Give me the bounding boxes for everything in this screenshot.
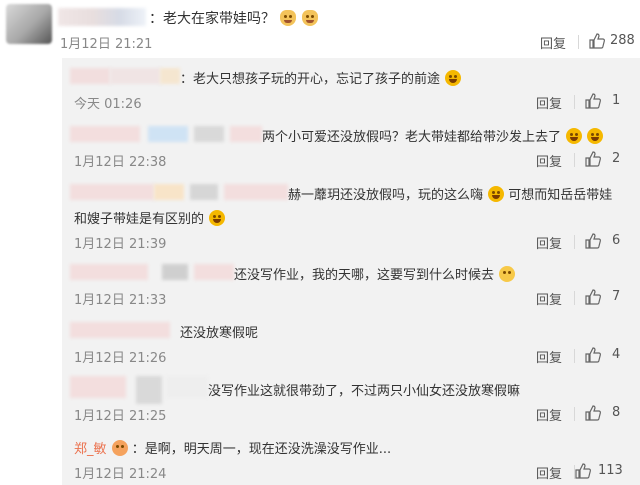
reply-item: 赫一蘼玥还没放假吗，玩的这么嗨 可想而知岳岳带娃 和嫂子带娃是有区别的 1月12… — [62, 174, 640, 254]
reply-body-line2: 和嫂子带娃是有区别的 — [74, 212, 205, 227]
thumbs-up-icon[interactable] — [574, 462, 592, 480]
username-redacted[interactable] — [70, 264, 234, 280]
reply-item: 郑_敏 ：是啊，明天周一，现在还没洗澡没写作业... 1月12日 21:24 回… — [62, 428, 640, 485]
reply-body: 没写作业这就很带劲了，不过两只小仙女还没放寒假嘛 — [208, 384, 521, 399]
reply-text-line2: 和嫂子带娃是有区别的 — [74, 208, 226, 227]
thumbs-up-icon[interactable] — [584, 150, 602, 168]
like-count: 288 — [610, 33, 635, 48]
reply-body: ：老大只想孩子玩的开心，忘记了孩子的前途 — [180, 72, 441, 87]
reply-text: 赫一蘼玥还没放假吗，玩的这么嗨 可想而知岳岳带娃 — [288, 184, 612, 203]
divider — [574, 95, 575, 109]
reply-item: 还没放寒假呢 1月12日 21:26 回复 4 — [62, 312, 640, 370]
reply-text: 还没放寒假呢 — [180, 322, 258, 341]
reply-time: 1月12日 21:39 — [74, 237, 167, 252]
sweat-emoji-icon — [499, 266, 516, 282]
cat-emoji-icon — [280, 10, 297, 26]
laughing-emoji-icon — [488, 186, 505, 202]
like-count: 1 — [612, 93, 621, 108]
reply-text: 没写作业这就很带劲了，不过两只小仙女还没放寒假嘛 — [208, 380, 520, 399]
badge-emoji-icon — [111, 440, 128, 456]
reply-button[interactable]: 回复 — [536, 151, 562, 170]
username-redacted[interactable] — [70, 126, 262, 142]
reply-body: 还没放寒假呢 — [180, 326, 259, 341]
thumbs-up-icon[interactable] — [584, 346, 602, 364]
reply-item: 还没写作业，我的天哪，这要写到什么时候去 1月12日 21:33 回复 7 — [62, 254, 640, 312]
username-redacted[interactable] — [70, 184, 288, 200]
username-redacted[interactable] — [70, 322, 170, 338]
reply-text: 还没写作业，我的天哪，这要写到什么时候去 — [234, 264, 516, 283]
reply-time: 今天 01:26 — [74, 97, 142, 112]
laughing-emoji-icon — [209, 210, 226, 226]
thumbs-up-icon[interactable] — [588, 32, 606, 50]
reply-button[interactable]: 回复 — [536, 93, 562, 112]
reply-item: ：老大只想孩子玩的开心，忘记了孩子的前途 今天 01:26 回复 1 — [62, 58, 640, 116]
reply-button[interactable]: 回复 — [536, 289, 562, 308]
thumbs-up-icon[interactable] — [584, 92, 602, 110]
thumbs-up-icon[interactable] — [584, 288, 602, 306]
username-redacted[interactable] — [70, 376, 208, 406]
top-comment: ：老大在家带娃吗？ 1月12日 21:21 回复 288 — [0, 0, 640, 58]
reply-body: 两个小可爱还没放假吗？老大带娃都给带沙发上去了 — [262, 130, 562, 145]
reply-text: 两个小可爱还没放假吗？老大带娃都给带沙发上去了 — [262, 126, 604, 145]
reply-time: 1月12日 21:24 — [74, 467, 167, 482]
comment-time: 1月12日 21:21 — [60, 37, 153, 52]
divider — [574, 349, 575, 363]
reply-button[interactable]: 回复 — [536, 463, 562, 482]
divider — [578, 35, 579, 49]
reply-text: 郑_敏 ：是啊，明天周一，现在还没洗澡没写作业... — [74, 438, 391, 457]
divider — [574, 235, 575, 249]
laughing-emoji-icon — [445, 70, 462, 86]
like-count: 7 — [612, 289, 621, 304]
reply-body: 还没写作业，我的天哪，这要写到什么时候去 — [234, 268, 495, 283]
thumbs-up-icon[interactable] — [584, 232, 602, 250]
reply-text: ：老大只想孩子玩的开心，忘记了孩子的前途 — [180, 68, 462, 87]
reply-time: 1月12日 21:33 — [74, 293, 167, 308]
reply-time: 1月12日 21:25 — [74, 409, 167, 424]
username-link[interactable]: 郑_敏 — [74, 442, 107, 457]
comment-text: ：老大在家带娃吗？ — [149, 8, 318, 28]
reply-button[interactable]: 回复 — [536, 233, 562, 252]
like-count: 8 — [612, 405, 621, 420]
reply-button[interactable]: 回复 — [540, 33, 566, 52]
username-redacted[interactable] — [70, 68, 180, 84]
comment-body: ：老大在家带娃吗？ — [149, 11, 275, 27]
reply-button[interactable]: 回复 — [536, 347, 562, 366]
reply-body: ：是啊，明天周一，现在还没洗澡没写作业... — [131, 442, 392, 457]
reply-button[interactable]: 回复 — [536, 405, 562, 424]
like-count: 6 — [612, 233, 621, 248]
like-count: 2 — [612, 151, 621, 166]
like-count: 113 — [598, 463, 623, 478]
thumbs-up-icon[interactable] — [584, 404, 602, 422]
laughing-emoji-icon — [566, 128, 583, 144]
laughing-emoji-icon — [587, 128, 604, 144]
reply-time: 1月12日 22:38 — [74, 155, 167, 170]
cat-emoji-icon — [301, 10, 318, 26]
reply-item: 两个小可爱还没放假吗？老大带娃都给带沙发上去了 1月12日 22:38 回复 2 — [62, 116, 640, 174]
reply-time: 1月12日 21:26 — [74, 351, 167, 366]
reply-item: 没写作业这就很带劲了，不过两只小仙女还没放寒假嘛 1月12日 21:25 回复 … — [62, 370, 640, 428]
reply-body: 赫一蘼玥还没放假吗，玩的这么嗨 — [288, 188, 484, 203]
replies-panel: ：老大只想孩子玩的开心，忘记了孩子的前途 今天 01:26 回复 1 两个小可爱… — [62, 58, 640, 485]
divider — [574, 153, 575, 167]
username-redacted[interactable] — [58, 8, 146, 26]
like-count: 4 — [612, 347, 621, 362]
avatar[interactable] — [6, 4, 52, 44]
divider — [574, 407, 575, 421]
reply-body-cont: 可想而知岳岳带娃 — [508, 188, 613, 203]
divider — [574, 291, 575, 305]
